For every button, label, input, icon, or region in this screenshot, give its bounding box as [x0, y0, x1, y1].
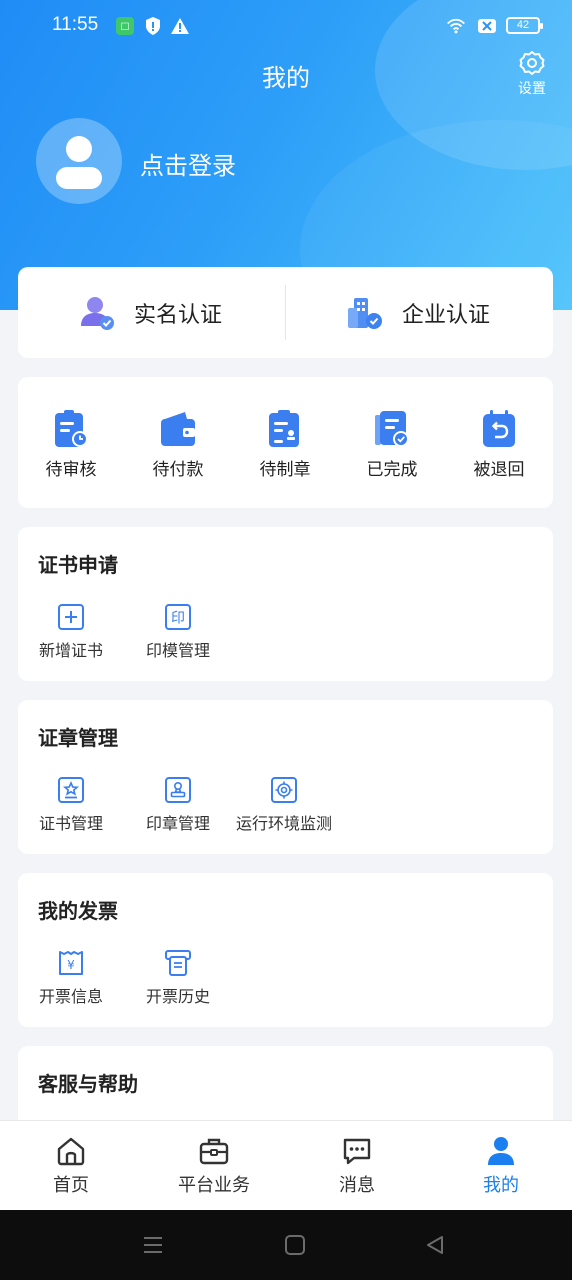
invoice-section: 我的发票 ¥ 开票信息 开票历史 — [18, 873, 553, 1027]
target-icon — [271, 777, 297, 803]
calendar-return-icon — [483, 410, 515, 447]
avatar[interactable] — [36, 118, 122, 204]
status-time: 11:55 — [52, 14, 99, 35]
enterprise-auth-button[interactable]: 企业认证 — [346, 267, 490, 358]
environment-monitor-button[interactable]: 运行环境监测 — [234, 776, 334, 834]
status-returned[interactable]: 被退回 — [459, 409, 539, 480]
tab-messages[interactable]: 消息 — [322, 1135, 392, 1197]
settings-button[interactable]: 设置 — [512, 50, 552, 98]
seal-print-icon: 印 — [165, 604, 191, 630]
chat-bubble-icon — [343, 1138, 371, 1165]
section-title: 证章管理 — [38, 726, 118, 750]
certificate-icon — [58, 777, 84, 803]
order-status-card: 待审核 待付款 待制章 已完成 被退回 — [18, 377, 553, 508]
profile-header: 11:55 ☐ 42 我的 设置 点击登录 — [0, 0, 572, 310]
status-pending-review[interactable]: 待审核 — [31, 409, 111, 480]
tool-label: 开票信息 — [38, 987, 103, 1006]
section-title: 我的发票 — [38, 899, 118, 923]
invoice-info-button[interactable]: ¥ 开票信息 — [36, 949, 106, 1007]
plus-square-icon — [58, 604, 84, 630]
status-label: 被退回 — [473, 460, 525, 480]
divider — [285, 285, 286, 340]
briefcase-icon — [199, 1138, 229, 1165]
tool-label: 证书管理 — [38, 814, 103, 833]
invoice-history-icon — [165, 950, 191, 976]
battery-icon: 42 — [506, 17, 543, 34]
user-avatar-icon — [56, 136, 102, 189]
status-label: 待付款 — [152, 460, 204, 480]
tab-label: 我的 — [483, 1175, 519, 1196]
tab-mine[interactable]: 我的 — [466, 1135, 536, 1197]
real-name-auth-label: 实名认证 — [134, 302, 223, 328]
login-link[interactable]: 点击登录 — [140, 146, 236, 181]
home-square-icon[interactable] — [284, 1234, 306, 1256]
svg-text:¥: ¥ — [67, 958, 75, 972]
seal-mold-button[interactable]: 印 印模管理 — [143, 603, 213, 661]
building-verified-icon — [348, 297, 382, 329]
back-icon[interactable] — [424, 1234, 446, 1256]
tab-label: 平台业务 — [178, 1175, 250, 1196]
clipboard-stamp-icon — [269, 410, 299, 447]
section-title: 证书申请 — [38, 553, 118, 577]
bottom-tab-bar: 首页 平台业务 消息 我的 — [0, 1120, 572, 1210]
receipt-yen-icon: ¥ — [59, 951, 83, 975]
tab-label: 首页 — [53, 1175, 89, 1196]
status-label: 待制章 — [259, 460, 311, 480]
status-label: 待审核 — [45, 460, 97, 480]
invoice-history-button[interactable]: 开票历史 — [143, 949, 213, 1007]
tool-label: 印模管理 — [145, 641, 210, 660]
tool-label: 运行环境监测 — [235, 814, 332, 833]
seal-manage-section: 证章管理 证书管理 印章管理 运行环境监测 — [18, 700, 553, 854]
svg-text:☐: ☐ — [121, 22, 130, 33]
status-bar: 11:55 ☐ 42 — [0, 0, 572, 52]
section-title: 客服与帮助 — [38, 1072, 138, 1096]
wallet-icon — [161, 412, 195, 446]
tool-label: 开票历史 — [145, 987, 210, 1006]
document-check-icon — [375, 411, 409, 447]
sim-off-icon — [478, 19, 496, 33]
app-icon: ☐ — [116, 17, 134, 35]
real-name-auth-button[interactable]: 实名认证 — [78, 267, 222, 358]
cert-apply-section: 证书申请 新增证书 印 印模管理 — [18, 527, 553, 681]
svg-text:印: 印 — [171, 611, 185, 627]
user-icon — [488, 1137, 514, 1165]
shield-icon — [146, 17, 160, 35]
certificate-manage-button[interactable]: 证书管理 — [36, 776, 106, 834]
status-completed[interactable]: 已完成 — [352, 409, 432, 480]
tab-platform-business[interactable]: 平台业务 — [166, 1135, 262, 1197]
status-pending-seal[interactable]: 待制章 — [245, 409, 325, 480]
clipboard-clock-icon — [55, 410, 88, 447]
stamp-icon — [165, 777, 191, 803]
person-verified-icon — [81, 296, 114, 330]
system-navigation-bar — [0, 1210, 572, 1280]
auth-card: 实名认证 企业认证 — [18, 267, 553, 358]
gear-icon — [519, 51, 545, 75]
status-label: 已完成 — [366, 460, 418, 480]
tab-home[interactable]: 首页 — [36, 1135, 106, 1197]
tool-label: 印章管理 — [145, 814, 210, 833]
warning-icon — [171, 18, 189, 34]
add-certificate-button[interactable]: 新增证书 — [36, 603, 106, 661]
wifi-icon — [447, 18, 465, 34]
tab-label: 消息 — [339, 1175, 375, 1196]
seal-manage-button[interactable]: 印章管理 — [143, 776, 213, 834]
menu-icon[interactable] — [142, 1234, 164, 1256]
home-icon — [57, 1137, 85, 1166]
tool-label: 新增证书 — [38, 641, 103, 660]
settings-label: 设置 — [518, 81, 546, 97]
page-title: 我的 — [262, 64, 310, 92]
status-pending-payment[interactable]: 待付款 — [138, 409, 218, 480]
enterprise-auth-label: 企业认证 — [402, 302, 491, 328]
